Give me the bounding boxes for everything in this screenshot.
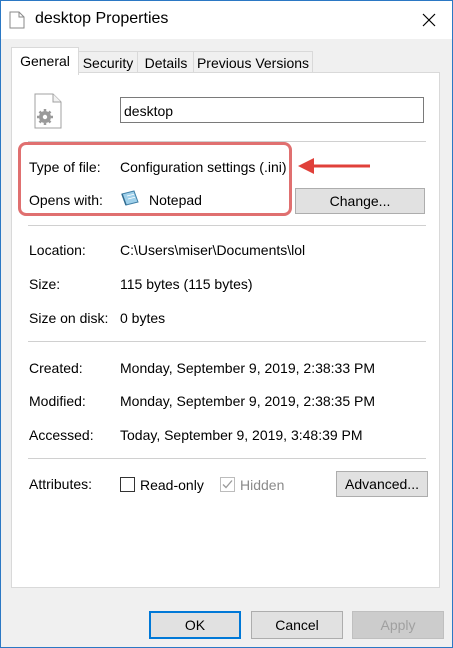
hidden-checkbox[interactable] (220, 477, 235, 492)
created-label: Created: (29, 360, 83, 376)
modified-label: Modified: (29, 393, 86, 409)
separator (28, 458, 426, 459)
apply-button[interactable]: Apply (352, 611, 444, 639)
read-only-checkbox[interactable] (120, 477, 135, 492)
cancel-button[interactable]: Cancel (251, 611, 343, 639)
separator (28, 341, 426, 342)
title-bar[interactable]: desktop Properties (1, 1, 452, 39)
change-button[interactable]: Change... (295, 188, 425, 214)
created-value: Monday, September 9, 2019, 2:38:33 PM (120, 360, 376, 376)
modified-value: Monday, September 9, 2019, 2:38:35 PM (120, 393, 376, 409)
properties-window: desktop Properties General Security Deta… (0, 0, 453, 648)
size-value: 115 bytes (115 bytes) (120, 276, 253, 292)
annotation-highlight-box (18, 142, 292, 216)
general-panel: desktop Type of file: Configuration sett… (11, 72, 440, 588)
tab-details[interactable]: Details (137, 51, 195, 74)
tab-general[interactable]: General (11, 47, 79, 75)
size-on-disk-value: 0 bytes (120, 310, 166, 326)
accessed-label: Accessed: (29, 427, 94, 443)
size-on-disk-label: Size on disk: (29, 310, 109, 326)
size-label: Size: (29, 276, 61, 292)
file-icon (9, 11, 25, 29)
annotation-arrow-icon (298, 158, 370, 174)
hidden-label: Hidden (240, 477, 285, 493)
location-label: Location: (29, 242, 86, 258)
attributes-label: Attributes: (29, 476, 93, 492)
file-name-input[interactable]: desktop (120, 97, 424, 123)
advanced-button[interactable]: Advanced... (336, 471, 428, 497)
close-icon (422, 13, 436, 27)
read-only-label: Read-only (140, 477, 204, 493)
tab-previous-versions[interactable]: Previous Versions (193, 51, 313, 74)
location-value: C:\Users\miser\Documents\lol (120, 242, 306, 258)
settings-file-icon (34, 93, 62, 129)
separator (28, 225, 426, 226)
checkmark-icon (222, 480, 233, 489)
close-button[interactable] (406, 1, 452, 39)
window-title: desktop Properties (35, 10, 169, 27)
accessed-value: Today, September 9, 2019, 3:48:39 PM (120, 427, 363, 443)
ok-button[interactable]: OK (149, 611, 241, 639)
tab-security[interactable]: Security (77, 51, 139, 74)
